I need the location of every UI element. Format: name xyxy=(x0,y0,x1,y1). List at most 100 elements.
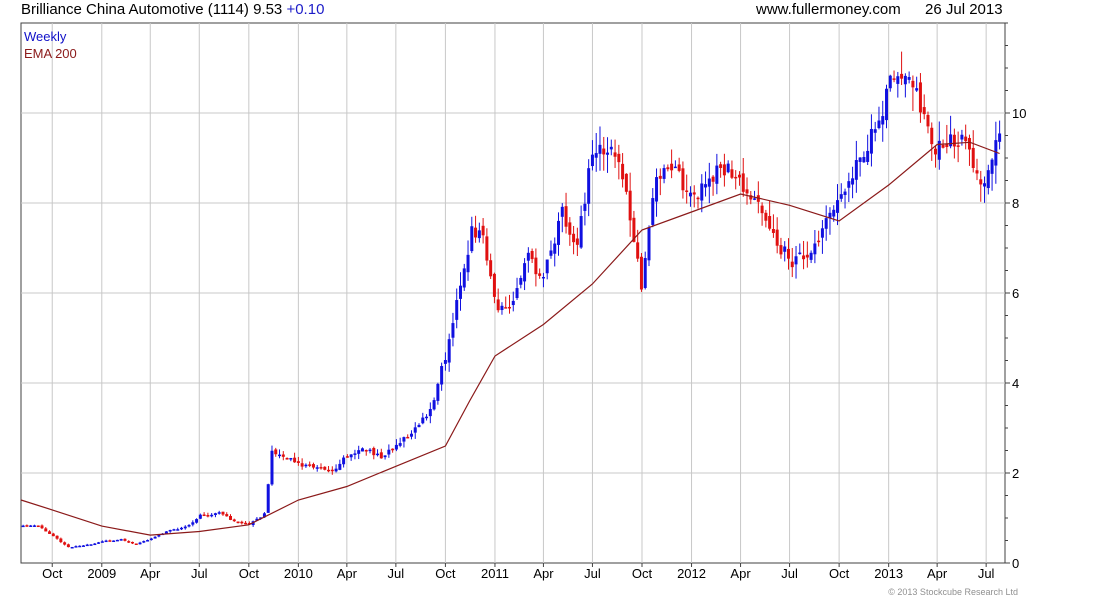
candle-body xyxy=(647,227,651,261)
x-tick-label: Apr xyxy=(140,566,161,581)
candle-body xyxy=(48,531,52,534)
candle-body xyxy=(515,288,519,299)
candle-body xyxy=(553,243,557,254)
candle-body xyxy=(168,529,172,532)
candle-body xyxy=(590,154,594,167)
candle-body xyxy=(862,157,866,163)
candle-body xyxy=(903,75,907,85)
candle-body xyxy=(655,177,659,202)
candle-body xyxy=(869,128,873,154)
candle-body xyxy=(149,538,153,541)
candle-body xyxy=(658,175,662,179)
candle-body xyxy=(911,80,915,88)
candle-body xyxy=(960,134,964,140)
candle-body xyxy=(704,184,708,188)
candle-body xyxy=(274,449,278,455)
candle-body xyxy=(677,164,681,171)
candle-body xyxy=(560,206,564,217)
candle-body xyxy=(293,457,297,463)
candle-body xyxy=(436,383,440,401)
candle-body xyxy=(621,163,625,180)
candle-body xyxy=(240,521,244,524)
candle-body xyxy=(557,220,561,245)
candle-body xyxy=(805,254,809,258)
candle-body xyxy=(613,152,617,157)
candle-body xyxy=(700,183,704,201)
candle-body xyxy=(63,542,67,545)
candle-body xyxy=(300,463,304,467)
candle-body xyxy=(108,540,112,542)
candle-body xyxy=(455,300,459,320)
y-tick-label: 2 xyxy=(1012,466,1019,481)
x-tick-label: Oct xyxy=(632,566,653,581)
candle-body xyxy=(210,514,214,517)
candle-body xyxy=(417,424,421,428)
candle-body xyxy=(768,216,772,229)
candle-body xyxy=(225,514,229,517)
candle-body xyxy=(421,417,425,424)
candle-body xyxy=(289,458,293,460)
candle-body xyxy=(526,252,530,261)
candle-body xyxy=(244,522,248,525)
candle-body xyxy=(885,88,889,121)
candle-body xyxy=(707,178,711,187)
candle-body xyxy=(89,544,93,546)
candle-body xyxy=(941,144,945,148)
candle-body xyxy=(345,456,349,458)
y-tick-label: 10 xyxy=(1012,106,1026,121)
candle-body xyxy=(636,242,640,259)
candle-body xyxy=(391,448,395,451)
candle-body xyxy=(489,260,493,277)
candle-body xyxy=(934,148,938,155)
candle-body xyxy=(956,145,960,147)
candle-body xyxy=(696,197,700,200)
candle-body xyxy=(179,527,183,530)
candle-body xyxy=(926,114,930,127)
candle-body xyxy=(398,443,402,446)
x-tick-label: 2010 xyxy=(284,566,313,581)
candle-body xyxy=(511,300,515,306)
candle-body xyxy=(338,463,342,470)
candle-body xyxy=(477,230,481,239)
candle-body xyxy=(900,73,904,79)
candle-body xyxy=(907,77,911,80)
candle-body xyxy=(229,515,233,520)
candle-body xyxy=(78,545,82,548)
y-tick-label: 8 xyxy=(1012,196,1019,211)
candle-body xyxy=(839,194,843,199)
candle-body xyxy=(888,75,892,89)
candle-body xyxy=(771,229,775,233)
candle-body xyxy=(881,116,885,125)
candle-body xyxy=(873,129,877,133)
legend-ema: EMA 200 xyxy=(24,46,77,61)
candle-body xyxy=(187,525,191,527)
candle-body xyxy=(847,181,851,188)
candle-body xyxy=(55,535,59,539)
candle-body xyxy=(191,522,195,525)
candle-body xyxy=(236,521,240,524)
candle-body xyxy=(368,449,372,452)
candle-body xyxy=(206,515,210,517)
candle-body xyxy=(428,409,432,417)
candle-body xyxy=(93,543,97,546)
candle-body xyxy=(142,541,146,543)
candle-body xyxy=(628,190,632,221)
candle-body xyxy=(670,163,674,171)
candle-body xyxy=(51,533,55,537)
candle-body xyxy=(481,225,485,236)
candle-body xyxy=(36,525,40,528)
candle-body xyxy=(425,416,429,419)
candle-body xyxy=(666,167,670,170)
candle-body xyxy=(451,323,455,338)
x-tick-label: Oct xyxy=(435,566,456,581)
candle-body xyxy=(952,134,956,147)
candle-body xyxy=(998,133,1002,142)
candle-body xyxy=(500,305,504,311)
candle-body xyxy=(854,160,858,180)
candle-body xyxy=(549,250,553,256)
candle-body xyxy=(85,544,89,547)
candle-body xyxy=(232,519,236,522)
candle-body xyxy=(775,229,779,246)
candle-body xyxy=(387,449,391,455)
candle-body xyxy=(583,203,587,211)
